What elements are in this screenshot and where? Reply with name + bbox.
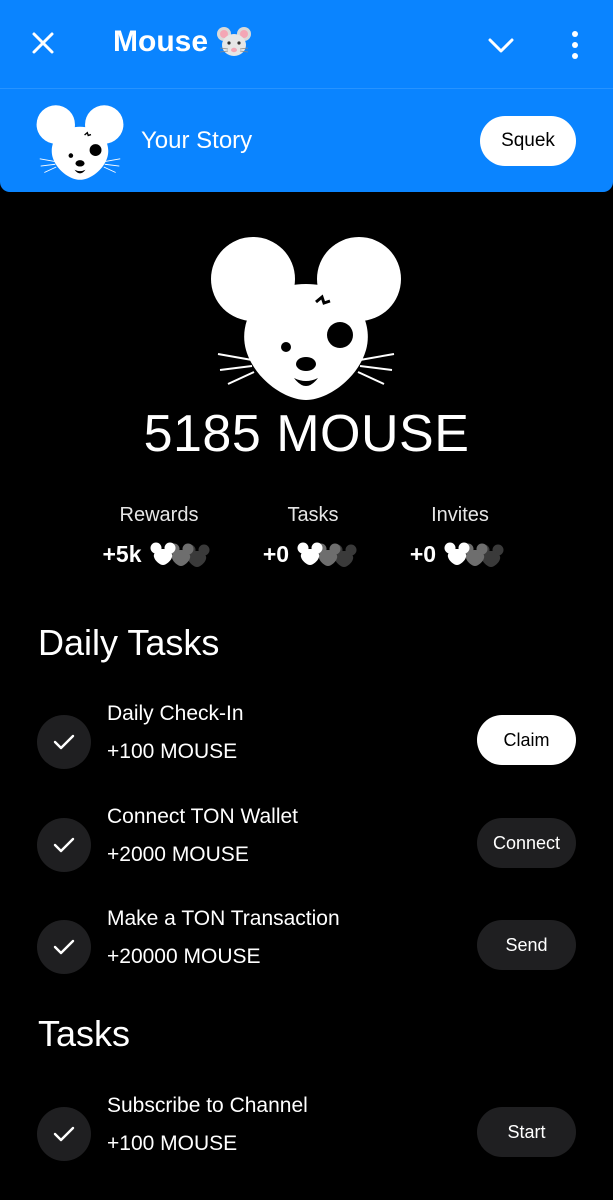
tasks-heading: Tasks [38,1013,131,1054]
check-icon [37,818,91,872]
stat-value: +0 [262,541,290,567]
mouse-hero-logo-icon [206,232,406,407]
task-reward: +100 MOUSE [107,740,238,763]
more-vertical-icon[interactable] [560,28,590,62]
task-name: Make a TON Transaction [107,907,340,930]
squek-button[interactable]: Squek [480,116,576,166]
check-icon [37,1107,91,1161]
your-story-label[interactable]: Your Story [141,127,252,155]
stat-tasks: Tasks +0 [233,504,393,568]
task-name: Subscribe to Channel [107,1094,308,1117]
task-name: Daily Check-In [107,702,244,725]
chevron-down-icon[interactable] [484,30,518,60]
stat-label: Rewards [119,504,199,526]
stat-invites: Invites +0 [380,504,540,568]
task-row: Daily Check-In +100 MOUSE Claim [0,702,613,782]
task-row: Connect TON Wallet +2000 MOUSE Connect [0,805,613,885]
task-reward: +20000 MOUSE [107,945,261,968]
page-title: Mouse [113,24,252,60]
stat-value: +0 [409,541,437,567]
stat-label: Tasks [287,504,339,526]
close-icon[interactable] [28,28,58,58]
connect-button[interactable]: Connect [477,818,576,868]
mouse-face-emoji-icon [216,24,252,60]
task-reward: +100 MOUSE [107,1132,238,1155]
balance-display: 5185 MOUSE [143,405,470,463]
task-row: Make a TON Transaction +20000 MOUSE Send [0,907,613,987]
task-row: Subscribe to Channel +100 MOUSE Start [0,1094,613,1174]
claim-button[interactable]: Claim [477,715,576,765]
app-header: Mouse [0,0,613,88]
mouse-trio-icon [297,542,357,567]
mouse-trio-icon [150,542,209,567]
check-icon [37,920,91,974]
mouse-logo-icon[interactable] [34,103,126,183]
check-icon [37,715,91,769]
stat-rewards: Rewards +5k [79,504,239,568]
start-button[interactable]: Start [477,1107,576,1157]
page-title-text: Mouse [113,25,209,58]
daily-tasks-heading: Daily Tasks [38,622,220,663]
send-button[interactable]: Send [477,920,576,970]
task-name: Connect TON Wallet [107,805,299,828]
task-reward: +2000 MOUSE [107,843,249,866]
stat-value: +5k [102,541,142,567]
stat-label: Invites [431,504,489,526]
mouse-trio-icon [444,542,504,567]
story-bar: Your Story Squek [0,88,613,192]
